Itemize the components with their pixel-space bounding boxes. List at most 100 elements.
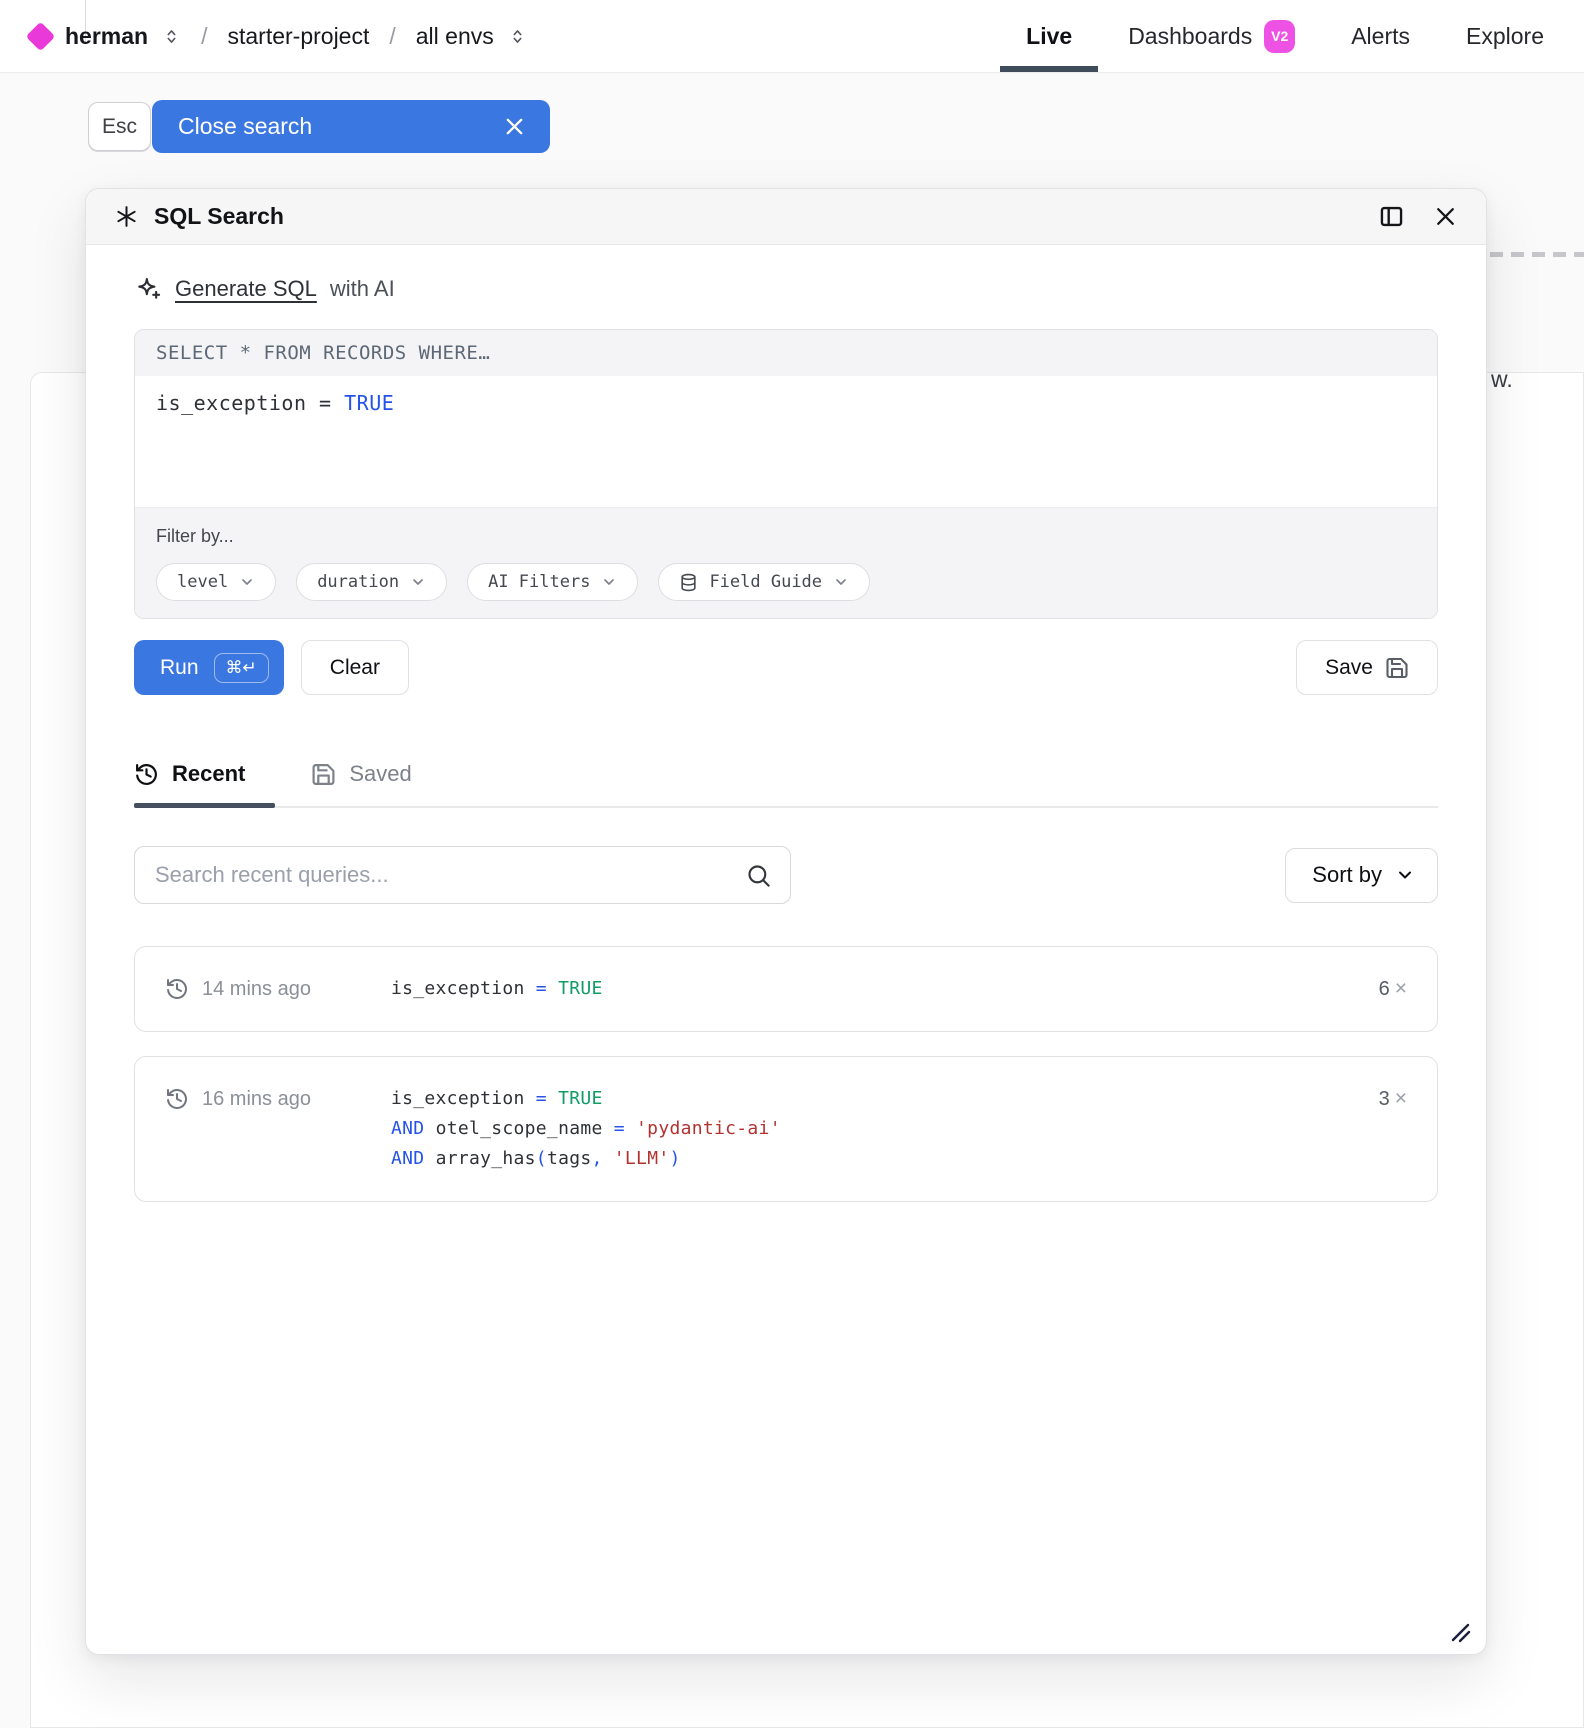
save-button[interactable]: Save	[1296, 640, 1438, 695]
generate-sql-row: Generate SQL with AI	[134, 275, 1438, 303]
tab-saved[interactable]: Saved	[311, 761, 423, 806]
sql-token: is_exception	[391, 978, 536, 999]
chevron-down-icon	[1395, 865, 1415, 885]
background-clipped-text: w.	[1491, 366, 1513, 393]
close-icon	[503, 115, 526, 138]
nav-tab-live[interactable]: Live	[1026, 0, 1072, 72]
tab-recent-label: Recent	[172, 761, 245, 787]
sql-token: array_has	[436, 1148, 536, 1169]
chevron-down-icon	[601, 574, 617, 590]
query-code: is_exception = TRUE	[391, 974, 603, 1004]
count-number: 6	[1379, 978, 1390, 1001]
background-dashed-divider	[1490, 252, 1584, 257]
times-symbol: ×	[1395, 1087, 1407, 1111]
save-floppy-icon	[1385, 656, 1409, 680]
sql-token: 'LLM'	[614, 1148, 670, 1169]
modal-close-button[interactable]	[1433, 204, 1458, 229]
logo-diamond-icon	[26, 21, 56, 51]
breadcrumb-separator: /	[201, 23, 207, 50]
close-search-label: Close search	[178, 113, 312, 140]
sql-token: (	[536, 1148, 547, 1169]
sql-token: TRUE	[344, 391, 394, 415]
query-code-line: AND array_has(tags, 'LLM')	[391, 1144, 781, 1174]
run-button[interactable]: Run ⌘↵	[134, 640, 284, 695]
filter-chip-label: AI Filters	[488, 572, 590, 592]
sql-token: 'pydantic-ai'	[636, 1118, 781, 1139]
sql-query-input[interactable]: is_exception = TRUE	[135, 376, 1437, 507]
sort-by-button[interactable]: Sort by	[1285, 848, 1438, 903]
nav-tab-explore[interactable]: Explore	[1466, 0, 1544, 72]
dock-panel-button[interactable]	[1378, 203, 1405, 230]
history-icon	[165, 977, 189, 1001]
filter-chip-row: level duration AI Filters Field Guide	[156, 563, 1416, 601]
project-link[interactable]: starter-project	[227, 23, 369, 50]
recent-query-item[interactable]: 16 mins agois_exception = TRUEAND otel_s…	[134, 1056, 1438, 1202]
sql-token: ,	[592, 1148, 614, 1169]
sql-token: TRUE	[558, 1088, 603, 1109]
version-badge: V2	[1264, 20, 1295, 53]
filter-chip-field-guide[interactable]: Field Guide	[658, 563, 870, 601]
sql-token: TRUE	[558, 978, 603, 999]
sql-editor-placeholder: SELECT * FROM RECORDS WHERE…	[135, 330, 1437, 376]
generate-sql-link[interactable]: Generate SQL	[175, 276, 317, 302]
query-search-row: Sort by	[134, 846, 1438, 904]
environment-selector[interactable]: all envs	[416, 23, 494, 50]
filter-chip-label: Field Guide	[709, 572, 822, 592]
nav-tab-label: Live	[1026, 23, 1072, 50]
filter-by-label: Filter by...	[156, 526, 1416, 547]
nav-tab-label: Dashboards	[1128, 23, 1252, 50]
query-code-line: is_exception = TRUE	[391, 974, 603, 1004]
breadcrumb: herman / starter-project / all envs	[30, 0, 527, 72]
tab-recent[interactable]: Recent	[134, 761, 275, 806]
chevron-updown-icon[interactable]	[162, 27, 181, 46]
modal-header: SQL Search	[86, 189, 1486, 245]
query-timestamp: 14 mins ago	[202, 978, 311, 1001]
panel-left-icon	[1378, 203, 1405, 230]
close-search-button[interactable]: Close search	[152, 100, 550, 153]
tab-saved-label: Saved	[349, 761, 411, 787]
chevron-updown-icon[interactable]	[508, 27, 527, 46]
modal-title: SQL Search	[154, 203, 284, 230]
filter-chip-ai-filters[interactable]: AI Filters	[467, 563, 638, 601]
clear-button[interactable]: Clear	[301, 640, 409, 695]
top-navigation-bar: herman / starter-project / all envs Live…	[0, 0, 1584, 73]
search-recent-queries-input[interactable]	[134, 846, 791, 904]
filter-chip-label: level	[177, 572, 228, 592]
resize-handle[interactable]	[1448, 1620, 1472, 1644]
save-floppy-icon	[311, 762, 336, 787]
search-icon	[745, 862, 772, 889]
sql-token: is_exception =	[156, 391, 344, 415]
esc-key-hint: Esc	[88, 102, 151, 151]
query-timestamp-group: 14 mins ago	[165, 974, 391, 1004]
run-label: Run	[160, 656, 199, 680]
filter-chip-level[interactable]: level	[156, 563, 276, 601]
nav-tab-alerts[interactable]: Alerts	[1351, 0, 1410, 72]
cmd-enter-shortcut: ⌘↵	[214, 653, 269, 683]
query-run-count: 6×	[1379, 974, 1407, 1004]
sql-search-modal: SQL Search Generate SQL with AI SELECT *…	[85, 188, 1487, 1655]
query-run-count: 3×	[1379, 1084, 1407, 1114]
sort-by-label: Sort by	[1312, 862, 1382, 888]
editor-actions: Run ⌘↵ Clear Save	[134, 640, 1438, 695]
filter-chip-label: duration	[317, 572, 399, 592]
query-code-line: is_exception = TRUE	[391, 1084, 781, 1114]
sql-token: tags	[547, 1148, 592, 1169]
nav-tab-label: Alerts	[1351, 23, 1410, 50]
sql-query-text: is_exception = TRUE	[156, 391, 394, 415]
recent-query-list: 14 mins agois_exception = TRUE6×16 mins …	[134, 946, 1438, 1202]
nav-tab-dashboards[interactable]: Dashboards V2	[1128, 0, 1295, 72]
query-code-line: AND otel_scope_name = 'pydantic-ai'	[391, 1114, 781, 1144]
nav-tab-label: Explore	[1466, 23, 1544, 50]
query-history-tabs: Recent Saved	[134, 761, 1438, 808]
chevron-down-icon	[833, 574, 849, 590]
breadcrumb-separator: /	[389, 23, 395, 50]
query-timestamp: 16 mins ago	[202, 1088, 311, 1111]
sql-token: AND	[391, 1148, 436, 1169]
history-icon	[165, 1087, 189, 1111]
filter-chip-duration[interactable]: duration	[296, 563, 447, 601]
sql-token: =	[614, 1118, 636, 1139]
recent-query-item[interactable]: 14 mins ago is_exception = TRUE 6×	[134, 946, 1438, 1032]
query-timestamp-group: 16 mins ago	[165, 1084, 391, 1114]
org-selector[interactable]: herman	[65, 23, 148, 50]
sql-token: is_exception	[391, 1088, 536, 1109]
